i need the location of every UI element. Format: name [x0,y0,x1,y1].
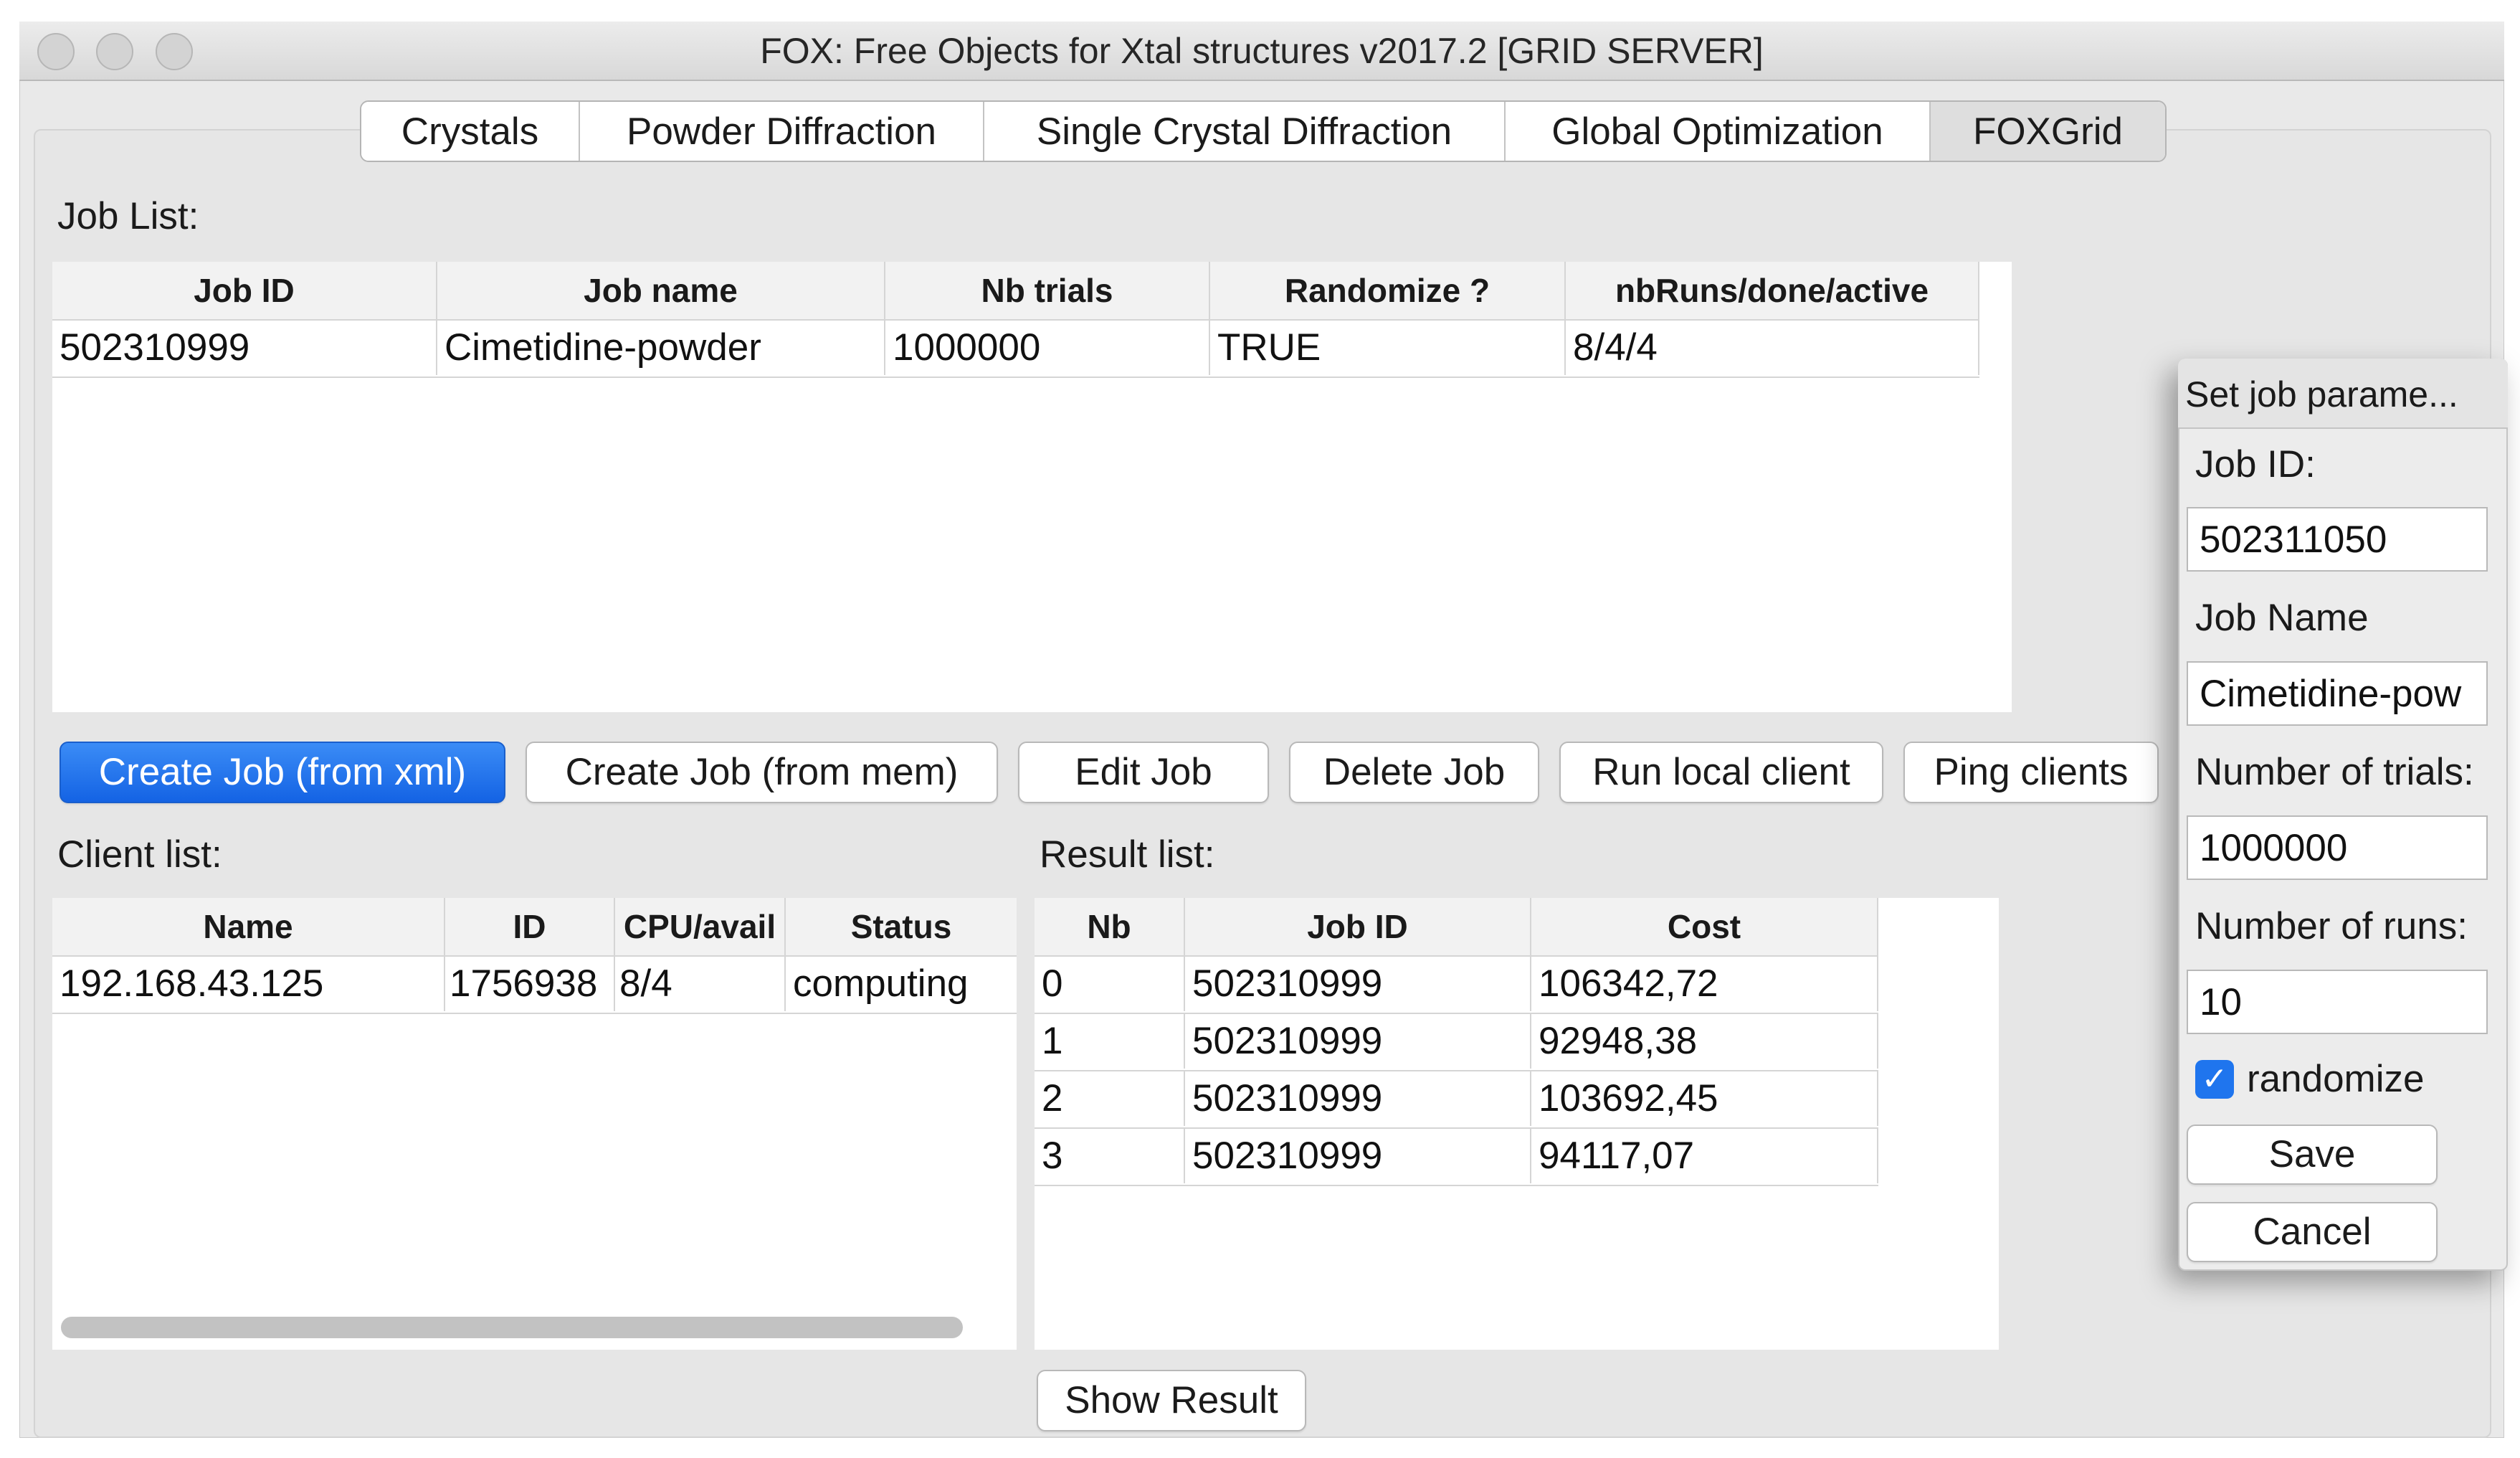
cell-cost: 92948,38 [1531,1013,1878,1069]
column-header-name[interactable]: Name [52,898,445,955]
result-list-header: Nb Job ID Cost [1035,898,1878,957]
tab-single-crystal-diffraction[interactable]: Single Crystal Diffraction [984,102,1506,161]
cell-nb: 2 [1035,1070,1185,1126]
client-list-label: Client list: [57,833,222,876]
column-header-status[interactable]: Status [786,898,1017,955]
cell-nb: 3 [1035,1127,1185,1183]
column-header-id[interactable]: ID [445,898,615,955]
column-header-job-id[interactable]: Job ID [52,262,437,319]
cancel-button[interactable]: Cancel [2187,1202,2438,1262]
job-list-table[interactable]: Job ID Job name Nb trials Randomize ? nb… [52,262,2012,712]
delete-job-button[interactable]: Delete Job [1289,742,1539,803]
job-id-label: Job ID: [2195,443,2316,486]
cell-job-name: Cimetidine-powder [437,319,885,375]
cell-nbruns: 8/4/4 [1566,319,1979,375]
job-list-label: Job List: [57,195,199,237]
number-of-runs-label: Number of runs: [2195,905,2468,947]
edit-job-button[interactable]: Edit Job [1018,742,1269,803]
ping-clients-button[interactable]: Ping clients [1903,742,2159,803]
client-list-header: Name ID CPU/avail Status [52,898,1017,957]
column-header-cpu-avail[interactable]: CPU/avail [615,898,786,955]
job-list-header: Job ID Job name Nb trials Randomize ? nb… [52,262,1979,321]
result-list-label: Result list: [1040,833,1215,876]
cell-status: computing [793,962,969,1005]
cell-client-id: 1756938 [445,955,615,1011]
randomize-label: randomize [2247,1058,2425,1100]
cell-nb: 1 [1035,1013,1185,1069]
column-header-cost[interactable]: Cost [1531,898,1878,955]
cell-result-job-id: 502310999 [1185,1127,1531,1183]
cell-result-job-id: 502310999 [1185,1070,1531,1126]
create-job-from-mem-button[interactable]: Create Job (from mem) [526,742,998,803]
cell-cpu-avail: 8/4 [615,955,786,1011]
checkmark-icon: ✓ [2201,1061,2228,1097]
tab-powder-diffraction[interactable]: Powder Diffraction [580,102,984,161]
column-header-nbruns[interactable]: nbRuns/done/active [1566,262,1979,319]
run-local-client-button[interactable]: Run local client [1559,742,1883,803]
result-list-table[interactable]: Nb Job ID Cost 0 502310999 106342,72 1 5… [1035,898,1999,1350]
show-result-button[interactable]: Show Result [1037,1370,1306,1431]
number-of-trials-label: Number of trials: [2195,751,2474,793]
column-header-job-name[interactable]: Job name [437,262,885,319]
cell-nb-trials: 1000000 [885,319,1210,375]
number-of-trials-field[interactable] [2187,815,2488,880]
tab-bar: Crystals Powder Diffraction Single Cryst… [360,100,2167,162]
client-list-table[interactable]: Name ID CPU/avail Status 192.168.43.125 … [52,898,1017,1350]
cell-client-name: 192.168.43.125 [52,955,445,1011]
tab-global-optimization[interactable]: Global Optimization [1506,102,1931,161]
cell-randomize: TRUE [1210,319,1566,375]
job-id-field[interactable] [2187,507,2488,572]
client-list-horizontal-scrollbar[interactable] [61,1317,963,1338]
cell-nb: 0 [1035,955,1185,1011]
column-header-nb[interactable]: Nb [1035,898,1185,955]
cell-result-job-id: 502310999 [1185,955,1531,1011]
job-name-label: Job Name [2195,597,2369,639]
cell-cost: 103692,45 [1531,1070,1878,1126]
column-header-result-job-id[interactable]: Job ID [1185,898,1531,955]
tab-foxgrid[interactable]: FOXGrid [1931,102,2165,161]
create-job-from-xml-button[interactable]: Create Job (from xml) [60,742,505,803]
column-header-nb-trials[interactable]: Nb trials [885,262,1210,319]
cell-cost: 106342,72 [1531,955,1878,1011]
dialog-title: Set job parame... [2185,374,2458,415]
number-of-runs-field[interactable] [2187,970,2488,1034]
cell-job-id: 502310999 [52,319,437,375]
column-header-randomize[interactable]: Randomize ? [1210,262,1566,319]
cell-result-job-id: 502310999 [1185,1013,1531,1069]
window-title: FOX: Free Objects for Xtal structures v2… [760,31,1764,71]
randomize-checkbox[interactable]: ✓ [2195,1060,2234,1099]
table-row[interactable]: 192.168.43.125 1756938 8/4 computing [52,955,1017,1014]
job-name-field[interactable] [2187,661,2488,726]
table-row[interactable]: 2 502310999 103692,45 [1035,1070,1878,1129]
tab-crystals[interactable]: Crystals [361,102,580,161]
table-row[interactable]: 502310999 Cimetidine-powder 1000000 TRUE… [52,319,1979,378]
table-row[interactable]: 3 502310999 94117,07 [1035,1127,1878,1186]
cell-cost: 94117,07 [1531,1127,1878,1183]
table-row[interactable]: 0 502310999 106342,72 [1035,955,1878,1014]
save-button[interactable]: Save [2187,1125,2438,1185]
table-row[interactable]: 1 502310999 92948,38 [1035,1013,1878,1071]
